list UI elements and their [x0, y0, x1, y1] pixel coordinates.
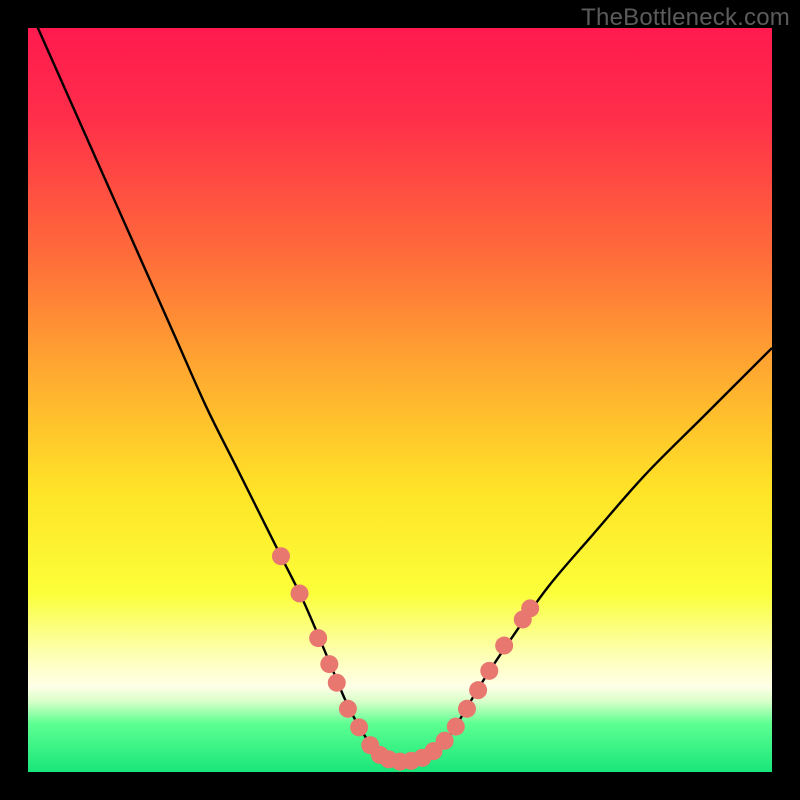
curve-marker	[480, 662, 498, 680]
curve-marker	[495, 637, 513, 655]
curve-marker	[320, 655, 338, 673]
curve-marker	[458, 700, 476, 718]
chart-frame: TheBottleneck.com	[0, 0, 800, 800]
chart-svg	[28, 28, 772, 772]
curve-marker	[272, 547, 290, 565]
curve-marker	[447, 718, 465, 736]
watermark-text: TheBottleneck.com	[581, 4, 790, 32]
curve-marker	[436, 732, 454, 750]
curve-marker	[328, 674, 346, 692]
curve-marker	[291, 584, 309, 602]
curve-marker	[339, 700, 357, 718]
curve-marker	[469, 681, 487, 699]
curve-marker	[350, 718, 368, 736]
chart-background-gradient	[28, 28, 772, 772]
curve-marker	[521, 599, 539, 617]
curve-marker	[309, 629, 327, 647]
chart-plot-area	[28, 28, 772, 772]
